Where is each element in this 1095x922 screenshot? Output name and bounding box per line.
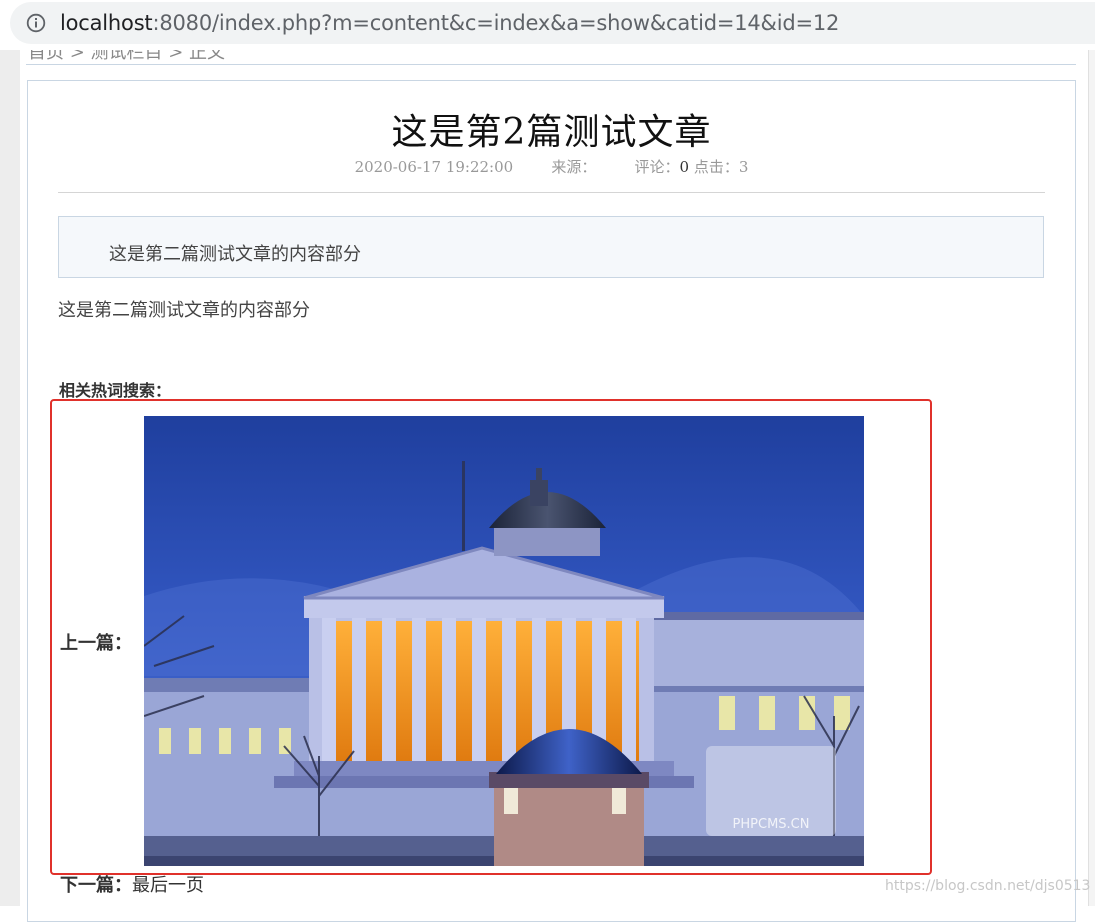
next-article-value[interactable]: 最后一页 xyxy=(132,875,204,896)
breadcrumb-text: 首页 > 测试栏目 > 正文 xyxy=(28,50,226,63)
annotation-highlight-box xyxy=(50,399,932,875)
article-summary: 这是第二篇测试文章的内容部分 xyxy=(109,244,361,265)
related-hot-search-label: 相关热词搜索： xyxy=(59,381,172,400)
article-panel: 这是第2篇测试文章 2020-06-17 19:22:00 来源： 评论：0 点… xyxy=(27,80,1076,922)
article-date: 2020-06-17 19:22:00 xyxy=(354,158,514,176)
click-count: 3 xyxy=(738,158,749,176)
browser-toolbar: localhost:8080/index.php?m=content&c=ind… xyxy=(0,0,1095,50)
article-summary-box: 这是第二篇测试文章的内容部分 xyxy=(58,216,1044,278)
info-icon[interactable] xyxy=(26,13,46,33)
breadcrumb: 首页 > 测试栏目 > 正文 xyxy=(26,50,1076,64)
next-article-label: 下一篇： xyxy=(60,875,132,896)
url-path: :8080/index.php?m=content&c=index&a=show… xyxy=(152,11,840,35)
csdn-watermark: https://blog.csdn.net/djs0513 xyxy=(885,878,1091,894)
title-divider xyxy=(58,192,1045,193)
click-label: 点击： xyxy=(693,158,739,176)
comment-count: 0 xyxy=(679,158,690,176)
url-text[interactable]: localhost:8080/index.php?m=content&c=ind… xyxy=(60,11,839,35)
article-title: 这是第2篇测试文章 xyxy=(391,112,712,153)
page-left-margin xyxy=(0,50,20,906)
address-bar[interactable]: localhost:8080/index.php?m=content&c=ind… xyxy=(10,2,1095,44)
comment-label: 评论： xyxy=(634,158,680,176)
article-meta: 2020-06-17 19:22:00 来源： 评论：0 点击：3 xyxy=(28,156,1075,177)
url-host: localhost xyxy=(60,11,153,35)
source-label: 来源： xyxy=(551,158,597,176)
page-scrollbar[interactable] xyxy=(1088,50,1095,906)
article-body: 这是第二篇测试文章的内容部分 xyxy=(58,300,310,321)
breadcrumb-divider xyxy=(26,64,1076,65)
